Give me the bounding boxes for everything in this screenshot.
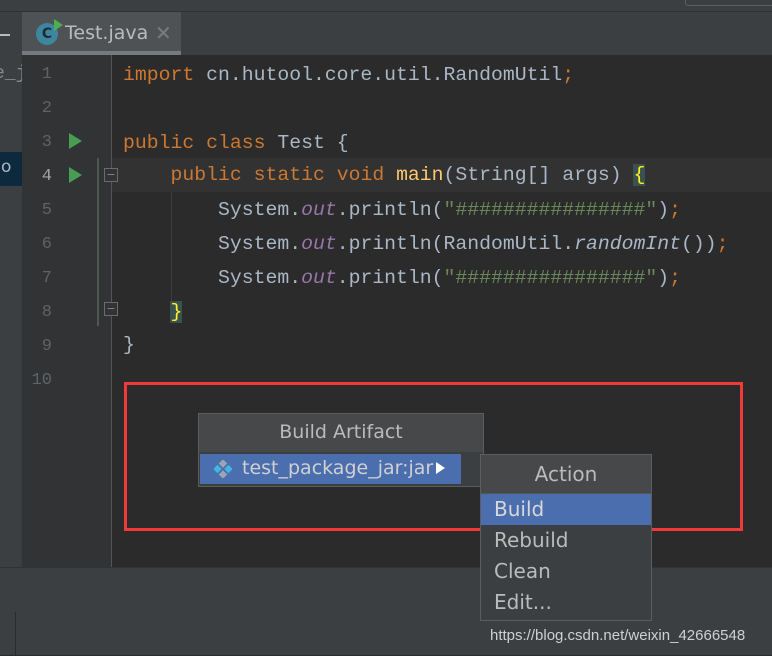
code-line-4[interactable]: public static void main(String[] args) { <box>123 158 646 192</box>
line-number: 2 <box>41 99 52 118</box>
fold-icon[interactable]: − <box>104 168 118 182</box>
line-number: 7 <box>41 269 52 288</box>
minimize-icon[interactable] <box>0 34 10 36</box>
menu-item-rebuild[interactable]: Rebuild <box>481 525 651 556</box>
code-text: Test { <box>265 132 349 154</box>
matched-brace: } <box>170 301 183 323</box>
tab-label: Test.java <box>65 22 149 44</box>
static-field: out <box>301 199 337 221</box>
keyword: import <box>123 64 195 86</box>
watermark: https://blog.csdn.net/weixin_42666548 <box>490 627 746 644</box>
project-tree-text[interactable]: e_ja <box>0 64 22 84</box>
keyword: public <box>123 132 195 154</box>
code-text: } <box>123 334 135 356</box>
artifact-label: test_package_jar:jar <box>242 457 434 479</box>
panel-divider <box>15 612 16 656</box>
action-popup: Action Build Rebuild Clean Edit... <box>480 454 652 621</box>
code-line-3[interactable]: public class Test { <box>123 126 349 160</box>
fold-end-icon[interactable]: − <box>104 302 118 316</box>
code-text: .println( <box>336 267 444 289</box>
semicolon: ; <box>669 267 681 289</box>
line-number: 3 <box>41 133 52 152</box>
code-text: (String[] args) <box>443 164 634 186</box>
code-text: ) <box>657 199 670 221</box>
code-line-5[interactable]: System.out.println("################"); <box>123 193 681 227</box>
java-class-icon: C <box>36 19 63 45</box>
code-text: .println( <box>336 199 444 221</box>
semicolon: ; <box>562 64 575 86</box>
run-class-icon[interactable] <box>69 133 82 149</box>
line-number: 5 <box>41 201 52 220</box>
line-number: 9 <box>41 337 52 356</box>
fold-range-line <box>97 158 99 326</box>
close-icon[interactable]: ✕ <box>155 21 172 45</box>
code-text: System. <box>217 233 302 255</box>
build-artifact-popup: Build Artifact test_package_jar:jar <box>198 413 484 487</box>
submenu-arrow-icon <box>436 462 445 474</box>
run-main-icon[interactable] <box>69 167 82 183</box>
code-line-7[interactable]: System.out.println("################"); <box>123 261 681 295</box>
code-text: ()) <box>680 233 717 255</box>
code-line-1[interactable]: import cn.hutool.core.util.RandomUtil; <box>123 58 574 92</box>
code-text: ) <box>657 267 670 289</box>
code-text: System. <box>217 199 302 221</box>
matched-brace: { <box>633 164 646 186</box>
popup-title: Action <box>481 455 651 494</box>
line-number: 4 <box>41 167 52 186</box>
keyword: static <box>253 164 325 186</box>
artifact-icon <box>214 460 232 478</box>
semicolon: ; <box>669 199 681 221</box>
static-field: out <box>301 233 337 255</box>
string-literal: "################" <box>443 199 658 221</box>
code-line-6[interactable]: System.out.println(RandomUtil.randomInt(… <box>123 227 729 261</box>
menu-item-edit[interactable]: Edit... <box>481 587 651 618</box>
keyword: class <box>206 132 266 154</box>
keyword: void <box>336 164 385 186</box>
static-field: out <box>301 267 337 289</box>
menu-item-clean[interactable]: Clean <box>481 556 651 587</box>
code-text: .println(RandomUtil. <box>336 233 575 255</box>
popup-title: Build Artifact <box>199 414 483 452</box>
semicolon: ; <box>716 233 729 255</box>
line-number: 1 <box>41 65 52 84</box>
keyword: public <box>170 164 242 186</box>
project-tree-selected[interactable]: o <box>0 152 22 186</box>
method-name: main <box>396 164 444 186</box>
static-method: randomInt <box>574 233 681 255</box>
tab-test-java[interactable]: C Test.java ✕ <box>22 12 181 55</box>
search-field[interactable] <box>685 0 772 6</box>
artifact-item[interactable]: test_package_jar:jar <box>200 454 461 484</box>
project-panel: e_ja o <box>0 12 22 567</box>
editor-tab-bar: C Test.java ✕ <box>22 12 772 55</box>
code-line-8[interactable]: } <box>123 295 183 329</box>
title-bar <box>0 0 772 12</box>
code-text: cn.hutool.core.util.RandomUtil <box>194 64 563 86</box>
code-line-9[interactable]: } <box>123 328 135 362</box>
code-text: System. <box>217 267 302 289</box>
string-literal: "################" <box>443 267 658 289</box>
menu-item-build[interactable]: Build <box>481 494 651 525</box>
line-number: 10 <box>31 371 52 390</box>
line-number: 8 <box>41 303 52 322</box>
line-number: 6 <box>41 235 52 254</box>
